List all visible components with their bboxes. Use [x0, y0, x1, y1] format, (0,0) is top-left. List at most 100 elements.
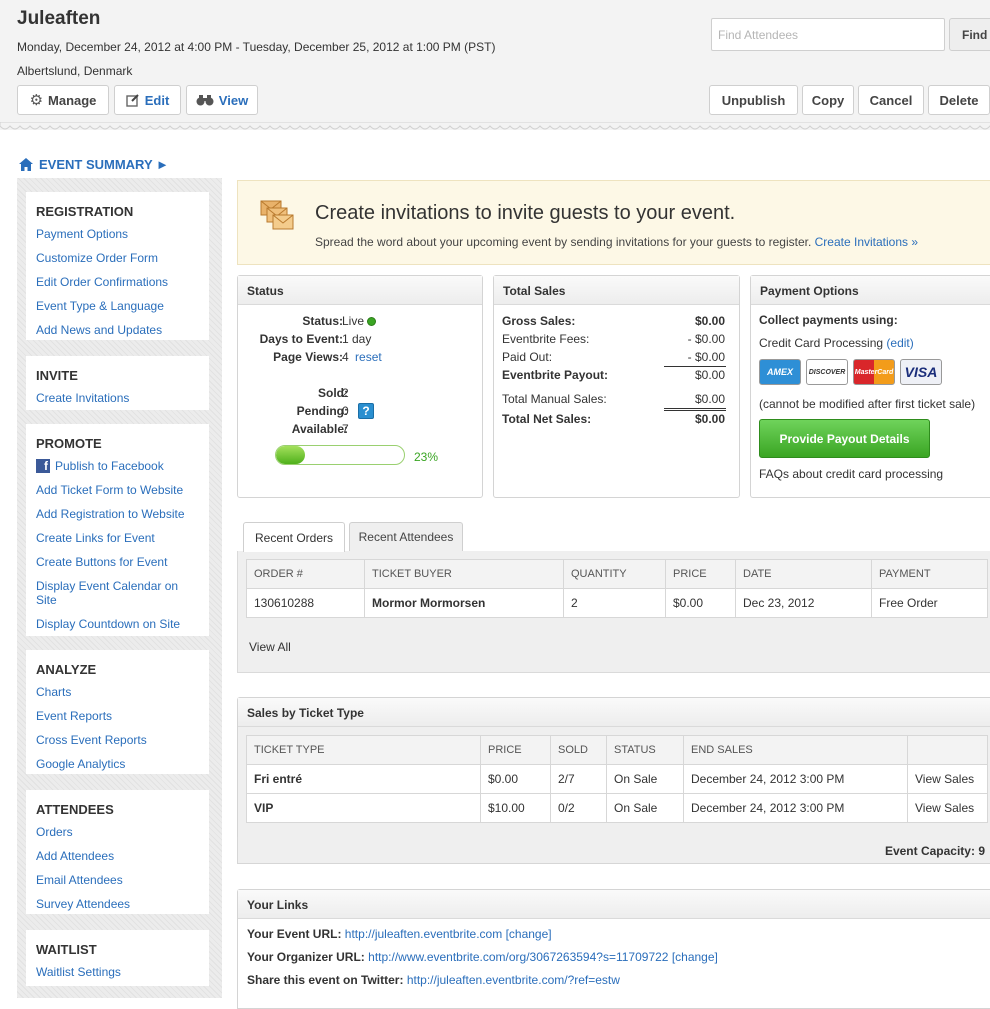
sales-progress-fill [276, 446, 306, 464]
find-attendees-input[interactable] [711, 18, 945, 51]
sold-value: 2 [342, 386, 349, 400]
organizer-url-link[interactable]: http://www.eventbrite.com/org/3067263594… [368, 950, 668, 964]
create-invitations-link[interactable]: Create Invitations » [815, 235, 918, 249]
sidebar-item-waitlist-settings[interactable]: Waitlist Settings [36, 965, 121, 979]
event-title: Juleaften [17, 8, 101, 29]
sidebar-heading-promote: PROMOTE [36, 436, 102, 451]
twitter-share-label: Share this event on Twitter: [247, 973, 404, 987]
reset-views-link[interactable]: reset [355, 350, 382, 364]
view-sales-link[interactable]: View Sales [907, 764, 988, 794]
tab-recent-attendees[interactable]: Recent Attendees [349, 522, 463, 551]
ticket-sold-link[interactable]: 2/7 [550, 764, 607, 794]
sidebar-item-edit-order-confirmations[interactable]: Edit Order Confirmations [36, 275, 168, 289]
recent-orders-panel: ORDER # TICKET BUYER QUANTITY PRICE DATE… [237, 551, 990, 673]
days-to-event-value: 1 day [342, 332, 372, 346]
tab-recent-orders[interactable]: Recent Orders [243, 522, 345, 552]
sidebar-section-registration: REGISTRATION Payment Options Customize O… [26, 192, 209, 340]
sidebar-item-create-invitations[interactable]: Create Invitations [36, 391, 129, 405]
page-views-label: Page Views: [273, 350, 343, 364]
change-organizer-url-link[interactable]: [change] [672, 950, 718, 964]
sales-progress-bar [275, 445, 405, 465]
sidebar-item-add-ticket-form[interactable]: Add Ticket Form to Website [36, 483, 183, 497]
total-sales-title: Total Sales [494, 276, 739, 305]
event-url-label: Your Event URL: [247, 927, 342, 941]
visa-card-icon: VISA [900, 359, 942, 385]
sales-divider-1 [664, 366, 726, 367]
view-button[interactable]: View [186, 85, 258, 115]
ticket-price: $10.00 [480, 793, 551, 823]
total-net-sales-label: Total Net Sales: [502, 412, 592, 426]
gross-sales-value: $0.00 [694, 314, 725, 328]
ticket-type-link[interactable]: VIP [246, 793, 481, 823]
total-sales-panel: Total Sales Gross Sales: $0.00 Eventbrit… [493, 275, 740, 498]
ticket-col-type: TICKET TYPE [246, 735, 481, 765]
sidebar-section-waitlist: WAITLIST Waitlist Settings [26, 930, 209, 986]
view-sales-link[interactable]: View Sales [907, 793, 988, 823]
credit-card-faq-link[interactable]: FAQs about credit card processing [759, 467, 943, 481]
edit-button[interactable]: Edit [114, 85, 181, 115]
order-quantity: 2 [563, 588, 666, 618]
event-capacity: Event Capacity: 9 [885, 844, 985, 858]
event-url-link[interactable]: http://juleaften.eventbrite.com [345, 927, 502, 941]
collect-payments-label: Collect payments using: [759, 313, 898, 327]
sidebar-item-create-buttons[interactable]: Create Buttons for Event [36, 555, 167, 569]
promo-title: Create invitations to invite guests to y… [315, 202, 736, 224]
sales-by-ticket-title: Sales by Ticket Type [238, 698, 990, 727]
sidebar-item-display-countdown[interactable]: Display Countdown on Site [36, 617, 180, 631]
event-summary-link[interactable]: EVENT SUMMARY ► [19, 157, 169, 172]
sidebar-item-create-links[interactable]: Create Links for Event [36, 531, 155, 545]
unpublish-button[interactable]: Unpublish [709, 85, 798, 115]
event-capacity-bar: Event Capacity: 9 [237, 837, 990, 864]
sidebar-item-charts[interactable]: Charts [36, 685, 71, 699]
event-header: Juleaften Monday, December 24, 2012 at 4… [0, 0, 990, 130]
gross-sales-link[interactable]: Gross Sales: [502, 314, 575, 328]
sidebar-item-orders[interactable]: Orders [36, 825, 73, 839]
page-views-count: 4 [342, 350, 349, 364]
sidebar-item-payment-options[interactable]: Payment Options [36, 227, 128, 241]
ticket-sold: 0/2 [550, 793, 607, 823]
sidebar-item-survey-attendees[interactable]: Survey Attendees [36, 897, 130, 911]
total-manual-sales-link[interactable]: Total Manual Sales: [502, 392, 607, 406]
sidebar-item-google-analytics[interactable]: Google Analytics [36, 757, 125, 771]
sidebar-section-invite: INVITE Create Invitations [26, 356, 209, 410]
payment-method-text: Credit Card Processing [759, 336, 884, 350]
ticket-col-end-sales: END SALES [683, 735, 908, 765]
sidebar-item-cross-event-reports[interactable]: Cross Event Reports [36, 733, 147, 747]
order-price: $0.00 [665, 588, 736, 618]
edit-payment-link[interactable]: (edit) [886, 336, 913, 350]
ticket-type-link[interactable]: Fri entré [246, 764, 481, 794]
sidebar-item-add-attendees[interactable]: Add Attendees [36, 849, 114, 863]
copy-button[interactable]: Copy [802, 85, 854, 115]
twitter-share-link[interactable]: http://juleaften.eventbrite.com/?ref=est… [407, 973, 620, 987]
your-links-panel: Your Links Your Event URL: http://juleaf… [237, 889, 990, 1009]
provide-payout-button[interactable]: Provide Payout Details [759, 419, 930, 458]
pending-label: Pending: [296, 404, 348, 418]
facebook-icon: f [36, 459, 50, 473]
find-button[interactable]: Find [949, 18, 990, 51]
table-row: Fri entré $0.00 2/7 On Sale December 24,… [246, 764, 988, 794]
event-capacity-label: Event Capacity: [884, 844, 975, 858]
ticket-col-price: PRICE [480, 735, 551, 765]
ticket-end-sales: December 24, 2012 3:00 PM [683, 793, 908, 823]
sidebar-item-display-calendar[interactable]: Display Event Calendar on Site [36, 579, 196, 607]
sidebar-item-publish-facebook[interactable]: f Publish to Facebook [36, 459, 164, 473]
sidebar-item-event-reports[interactable]: Event Reports [36, 709, 112, 723]
delete-button[interactable]: Delete [928, 85, 990, 115]
cancel-button[interactable]: Cancel [858, 85, 924, 115]
change-event-url-link[interactable]: [change] [506, 927, 552, 941]
view-label: View [218, 92, 249, 108]
sidebar-item-customize-order-form[interactable]: Customize Order Form [36, 251, 158, 265]
order-number-link[interactable]: 130610288 [246, 588, 365, 618]
sidebar-item-add-registration[interactable]: Add Registration to Website [36, 507, 185, 521]
orders-col-date: DATE [735, 559, 872, 589]
help-icon[interactable]: ? [358, 403, 374, 419]
sidebar-item-email-attendees[interactable]: Email Attendees [36, 873, 123, 887]
sidebar-item-event-type-language[interactable]: Event Type & Language [36, 299, 164, 313]
live-dot-icon [367, 316, 377, 326]
order-date: Dec 23, 2012 [735, 588, 872, 618]
view-all-orders-link[interactable]: View All [249, 640, 291, 654]
available-label: Available: [291, 422, 348, 436]
event-summary-label: EVENT SUMMARY ► [39, 157, 169, 172]
sidebar-item-add-news-updates[interactable]: Add News and Updates [36, 323, 162, 337]
manage-button[interactable]: ⚙ Manage [17, 85, 109, 115]
